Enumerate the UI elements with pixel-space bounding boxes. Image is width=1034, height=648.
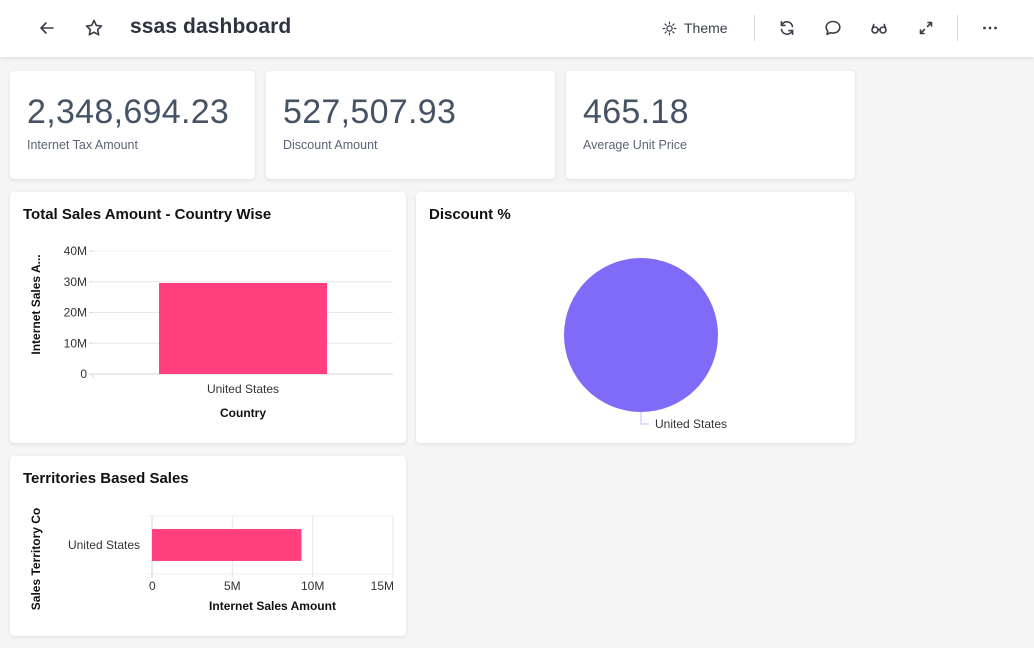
toolbar-divider (754, 15, 755, 41)
theme-button[interactable]: Theme (662, 16, 728, 40)
pie-slice-label: United States (655, 417, 727, 431)
y-tick-label: 30M (64, 275, 87, 289)
more-icon[interactable] (978, 16, 1002, 40)
x-category-label: United States (207, 382, 279, 396)
kpi-label: Internet Tax Amount (27, 138, 138, 152)
y-tick-label: 10M (64, 336, 87, 350)
kpi-value: 2,348,694.23 (27, 93, 230, 131)
kpi-card-average-unit-price[interactable]: 465.18 Average Unit Price (566, 71, 855, 179)
pie-leader-line (640, 412, 649, 425)
kpi-value: 465.18 (583, 93, 689, 131)
refresh-icon[interactable] (775, 16, 799, 40)
y-tick-label: 0 (80, 367, 87, 381)
x-tick-label: 15M (371, 579, 394, 593)
kpi-value: 527,507.93 (283, 93, 457, 131)
comment-icon[interactable] (821, 16, 845, 40)
bar[interactable] (159, 282, 327, 374)
x-tick-label: 0 (149, 579, 156, 593)
kpi-card-discount-amount[interactable]: 527,507.93 Discount Amount (266, 71, 555, 179)
discount-pie-chart: United States (564, 258, 727, 431)
y-axis-title: Sales Territory Co (29, 508, 43, 610)
kpi-card-internet-tax[interactable]: 2,348,694.23 Internet Tax Amount (10, 71, 255, 179)
star-icon[interactable] (82, 16, 106, 40)
x-tick-label: 10M (301, 579, 324, 593)
territory-sales-chart: 0 5M 10M 15M United States Internet Sales A… (29, 508, 394, 613)
country-sales-widget[interactable]: Total Sales Amount - Country Wise 0 10M 20… (10, 192, 406, 443)
x-axis-title: Country (220, 406, 266, 420)
y-tick-label: 40M (64, 244, 87, 258)
territory-sales-widget[interactable]: Territories Based Sales 0 5M 10M 15M United… (10, 456, 406, 636)
toolbar-divider (957, 15, 958, 41)
y-axis-title: Internet Sales A... (29, 254, 43, 354)
kpi-label: Average Unit Price (583, 138, 687, 152)
dashboard-title: ssas dashboard (130, 15, 292, 38)
expand-icon[interactable] (914, 16, 938, 40)
x-axis-title: Internet Sales Amount (209, 599, 336, 613)
y-tick-label: 20M (64, 306, 87, 320)
country-sales-chart: 0 10M 20M 30M 40M United States Country Inte… (29, 244, 393, 420)
theme-label: Theme (684, 20, 728, 36)
y-category-label: United States (68, 538, 140, 552)
back-arrow-icon[interactable] (35, 16, 59, 40)
pie-slice[interactable] (564, 258, 718, 412)
discount-widget[interactable]: Discount % United States (416, 192, 855, 443)
glasses-icon[interactable] (867, 16, 891, 40)
bar[interactable] (152, 529, 302, 561)
x-tick-label: 5M (224, 579, 241, 593)
kpi-label: Discount Amount (283, 138, 378, 152)
top-bar: ssas dashboard Theme (0, 0, 1034, 57)
sun-icon (662, 21, 677, 36)
